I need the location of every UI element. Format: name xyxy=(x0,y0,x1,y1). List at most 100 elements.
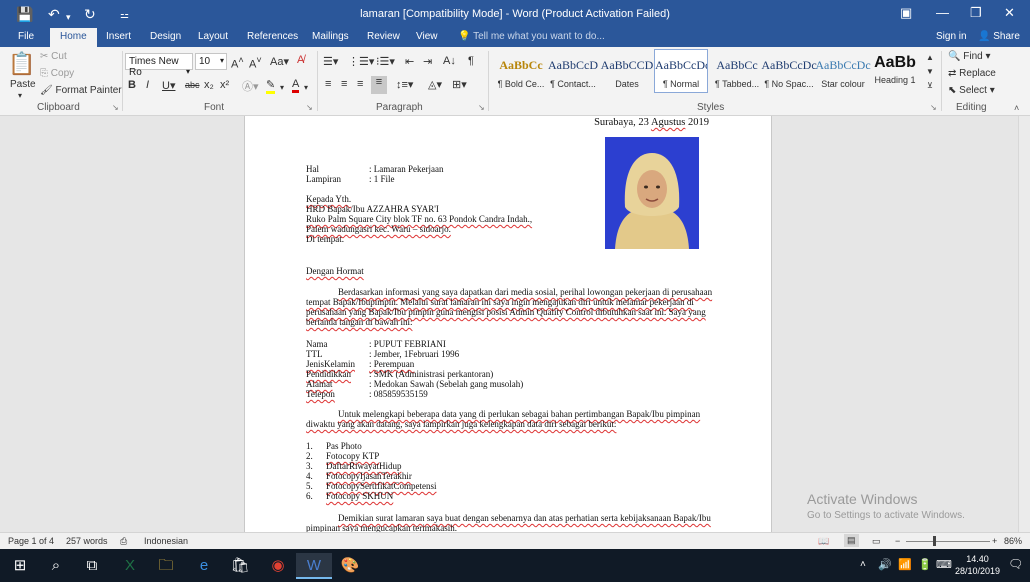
font-color-dropdown-icon[interactable]: ▾ xyxy=(304,83,308,92)
styles-scroll-icon[interactable]: ▲ ▼ ⊻ xyxy=(926,51,934,93)
align-left-icon[interactable]: ≡ xyxy=(325,78,331,90)
tab-references[interactable]: References xyxy=(247,31,298,42)
shading-icon[interactable]: ◬▾ xyxy=(428,78,442,91)
grow-font-icon[interactable]: A˄ xyxy=(231,55,244,71)
tab-home[interactable]: Home xyxy=(50,28,97,47)
zoom-out-icon[interactable]: − xyxy=(895,536,900,546)
print-layout-icon[interactable]: ▤ xyxy=(844,534,859,547)
language[interactable]: Indonesian xyxy=(144,536,188,546)
tab-review[interactable]: Review xyxy=(367,31,400,42)
collapse-ribbon-icon[interactable]: ˄ xyxy=(1014,103,1019,113)
paste-dropdown-icon[interactable]: ▾ xyxy=(18,91,22,100)
document-page[interactable]: Surabaya, 23 Agustus 2019 Hal : Lamaran … xyxy=(244,116,772,532)
page-count[interactable]: Page 1 of 4 xyxy=(8,536,54,546)
multilevel-list-icon[interactable]: ⁝☰▾ xyxy=(376,55,395,68)
subscript-icon[interactable]: x₂ xyxy=(204,79,214,91)
style-tabbed[interactable]: AaBbCc ¶ Tabbed... xyxy=(708,49,766,93)
increase-indent-icon[interactable]: ⇥ xyxy=(423,55,432,68)
proofing-icon[interactable]: ⎙ xyxy=(120,536,127,547)
app-icon[interactable]: 🎨 xyxy=(332,553,368,579)
highlight-icon[interactable]: ✎ xyxy=(266,78,276,94)
strikethrough-icon[interactable]: abc xyxy=(185,80,200,90)
zoom-slider[interactable] xyxy=(906,541,990,542)
italic-icon[interactable]: I xyxy=(146,79,149,91)
share-button[interactable]: 👤 Share xyxy=(978,31,1020,42)
line-spacing-icon[interactable]: ↕≡▾ xyxy=(396,78,413,91)
bold-icon[interactable]: B xyxy=(128,79,136,91)
minimize-icon[interactable]: — xyxy=(936,5,949,21)
battery-icon[interactable]: 🔋 xyxy=(918,558,932,571)
tab-view[interactable]: View xyxy=(416,31,438,42)
numbering-icon[interactable]: ⋮☰▾ xyxy=(348,55,374,68)
highlight-dropdown-icon[interactable]: ▾ xyxy=(280,83,284,92)
text-effects-icon[interactable]: Ⓐ▾ xyxy=(242,78,259,94)
read-mode-icon[interactable]: 📖 xyxy=(818,536,829,547)
clipboard-launcher-icon[interactable]: ↘ xyxy=(112,103,119,112)
style-no-spacing[interactable]: AaBbCcDc ¶ No Spac... xyxy=(760,49,818,93)
justify-icon[interactable]: ≡ xyxy=(371,76,387,94)
vertical-scrollbar[interactable] xyxy=(1018,116,1030,532)
change-case-icon[interactable]: Aa▾ xyxy=(270,55,289,68)
style-normal[interactable]: AaBbCcDc ¶ Normal xyxy=(654,49,708,93)
chrome-icon[interactable]: ◉ xyxy=(260,553,296,579)
font-name-box[interactable]: Times New Ro ▾ xyxy=(125,53,193,78)
sort-icon[interactable]: A↓ xyxy=(443,55,456,67)
sign-in-link[interactable]: Sign in xyxy=(936,31,967,42)
zoom-level[interactable]: 86% xyxy=(1004,536,1022,546)
align-center-icon[interactable]: ≡ xyxy=(341,78,347,90)
close-icon[interactable]: ✕ xyxy=(1004,5,1015,21)
task-view-icon[interactable]: ⧉ xyxy=(74,553,110,579)
zoom-in-icon[interactable]: + xyxy=(992,536,997,546)
tab-layout[interactable]: Layout xyxy=(198,31,228,42)
font-color-icon[interactable]: A xyxy=(292,78,300,93)
show-hidden-icons-icon[interactable]: ˄ xyxy=(860,559,866,570)
style-contact[interactable]: AaBbCcD ¶ Contact... xyxy=(544,49,602,93)
format-painter-button[interactable]: 🖌 Format Painter xyxy=(40,85,122,96)
tell-me-search[interactable]: 💡 Tell me what you want to do... xyxy=(458,31,605,42)
style-heading-1[interactable]: AaBb Heading 1 xyxy=(868,49,922,93)
word-icon[interactable]: W xyxy=(296,553,332,579)
excel-icon[interactable]: X xyxy=(112,553,148,579)
shrink-font-icon[interactable]: A˅ xyxy=(249,55,262,71)
restore-icon[interactable]: ❐ xyxy=(970,5,982,21)
store-icon[interactable]: 🛍 xyxy=(222,553,258,579)
paragraph-launcher-icon[interactable]: ↘ xyxy=(478,103,485,112)
underline-icon[interactable]: U▾ xyxy=(162,79,175,92)
show-hide-marks-icon[interactable]: ¶ xyxy=(468,55,474,67)
file-explorer-icon[interactable]: 🗀 xyxy=(148,553,184,579)
search-icon[interactable]: ⌕ xyxy=(38,553,74,579)
windows-start-icon[interactable]: ⊞ xyxy=(2,553,38,579)
volume-icon[interactable]: 🔊 xyxy=(878,558,892,571)
align-right-icon[interactable]: ≡ xyxy=(357,78,363,90)
font-launcher-icon[interactable]: ↘ xyxy=(306,103,313,112)
clear-formatting-icon[interactable]: A̸ xyxy=(297,54,304,66)
copy-button[interactable]: ⎘ Copy xyxy=(40,68,74,79)
styles-launcher-icon[interactable]: ↘ xyxy=(930,103,937,112)
word-count[interactable]: 257 words xyxy=(66,536,108,546)
borders-icon[interactable]: ⊞▾ xyxy=(452,78,467,91)
find-button[interactable]: 🔍 Find ▾ xyxy=(948,51,991,62)
paste-button[interactable]: Paste xyxy=(10,79,36,90)
tab-design[interactable]: Design xyxy=(150,31,181,42)
tab-mailings[interactable]: Mailings xyxy=(312,31,349,42)
tab-file[interactable]: File xyxy=(18,31,34,42)
tab-insert[interactable]: Insert xyxy=(106,31,131,42)
superscript-icon[interactable]: x² xyxy=(220,79,229,91)
zoom-slider-thumb[interactable] xyxy=(933,536,936,546)
select-button[interactable]: ⬉ Select ▾ xyxy=(948,85,995,96)
web-layout-icon[interactable]: ▭ xyxy=(872,536,881,547)
font-size-box[interactable]: 10 ▾ xyxy=(195,53,227,70)
decrease-indent-icon[interactable]: ⇤ xyxy=(405,55,414,68)
paste-icon[interactable]: 📋 xyxy=(8,51,36,77)
notifications-icon[interactable]: 🗨 xyxy=(1008,557,1023,571)
keyboard-icon[interactable]: ⌨ xyxy=(936,558,952,571)
bullets-icon[interactable]: ☰▾ xyxy=(323,55,338,68)
edge-icon[interactable]: e xyxy=(186,553,222,579)
style-star-colour[interactable]: AaBbCcDc Star colour xyxy=(814,49,872,93)
replace-button[interactable]: ⇄ Replace xyxy=(948,68,996,79)
document-workspace[interactable]: Surabaya, 23 Agustus 2019 Hal : Lamaran … xyxy=(0,116,1030,532)
ribbon-display-options-icon[interactable]: ▣ xyxy=(900,5,912,21)
cut-button[interactable]: ✂ Cut xyxy=(40,51,67,62)
system-clock[interactable]: 14.40 28/10/2019 xyxy=(955,553,1000,577)
style-dates[interactable]: AaBbCCD Dates xyxy=(598,49,656,93)
